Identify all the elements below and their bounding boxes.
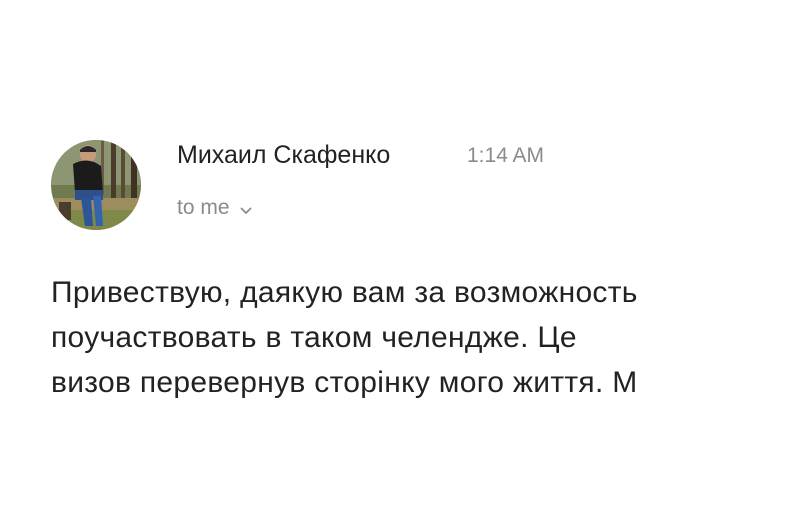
message-body-line: Привествую, даякую вам за возможность — [51, 276, 638, 309]
sender-avatar-photo — [51, 140, 141, 230]
message-body-line: визов перевернув сторінку мого життя. М — [51, 366, 638, 399]
chevron-down-icon — [240, 197, 252, 221]
sender-avatar[interactable] — [51, 140, 141, 230]
message-body-line: поучаствовать в таком челендже. Це — [51, 321, 577, 354]
recipient-toggle[interactable]: to me — [177, 195, 252, 221]
message-time: 1:14 AM — [467, 144, 545, 167]
message-body: Привествую, даякую вам за возможность по… — [51, 270, 788, 405]
sender-name: Михаил Скафенко — [177, 141, 391, 169]
recipient-label: to me — [177, 196, 230, 219]
